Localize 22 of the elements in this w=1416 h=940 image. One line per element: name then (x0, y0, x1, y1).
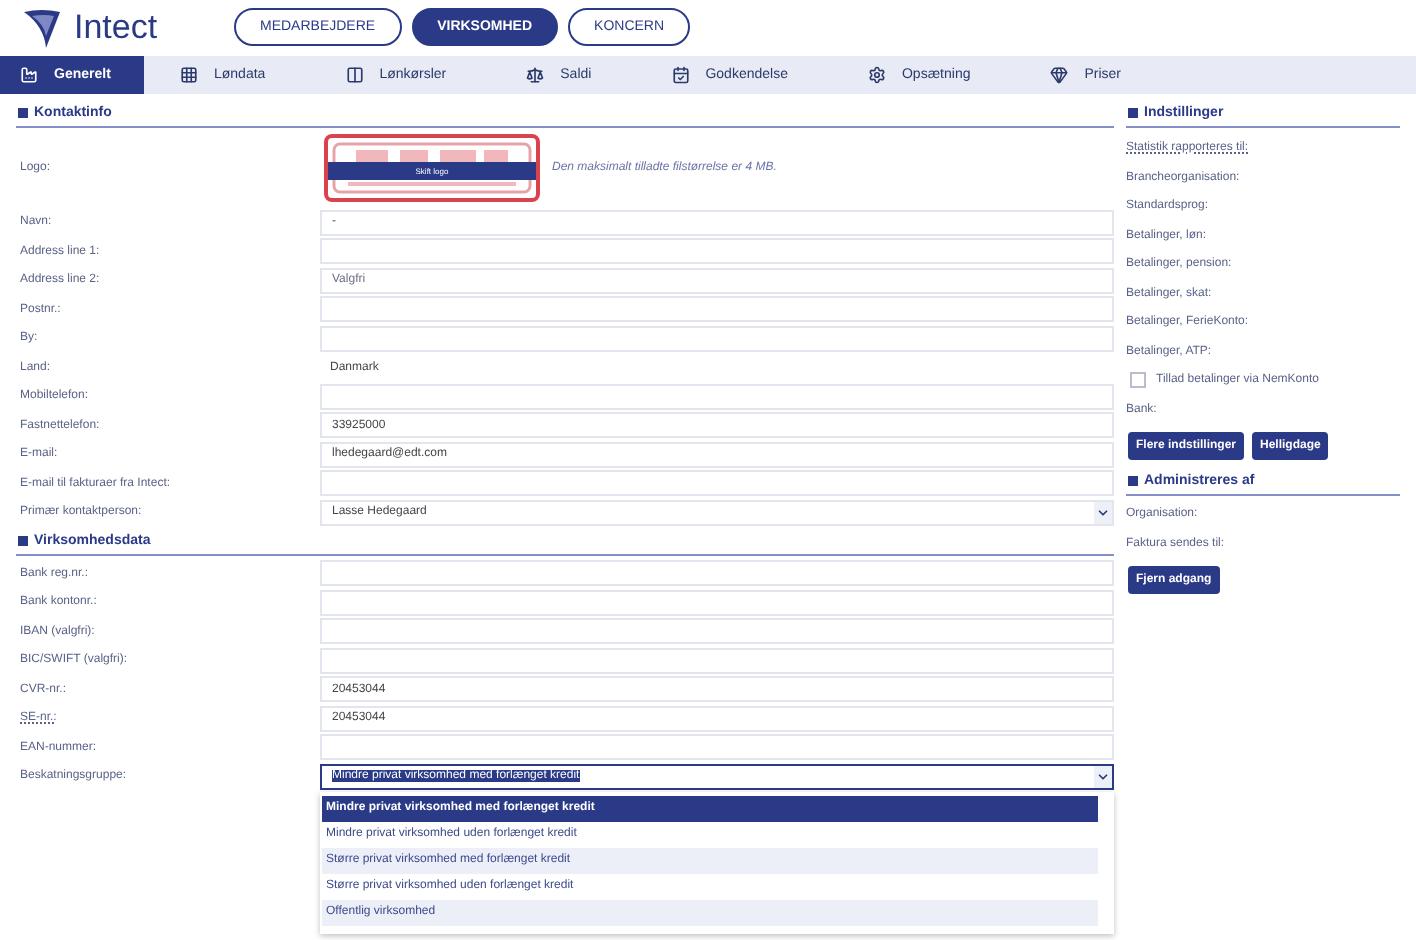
input-field[interactable] (320, 734, 1114, 761)
input-field[interactable] (320, 238, 1114, 265)
input-field[interactable] (320, 325, 1114, 352)
diamond-icon (1050, 66, 1069, 84)
input-field[interactable] (320, 560, 1114, 587)
scale-icon (526, 66, 545, 84)
input-field[interactable] (320, 589, 1114, 616)
caret-icon (1094, 501, 1112, 524)
checkbox[interactable] (1130, 372, 1146, 389)
input-field[interactable] (320, 618, 1114, 645)
logo-icon (20, 5, 64, 49)
grid-icon (180, 66, 198, 84)
calendar-icon (671, 66, 690, 84)
input-field[interactable] (320, 470, 1114, 497)
columns-icon (345, 66, 364, 84)
input-field[interactable] (320, 296, 1114, 323)
caret-icon (1094, 765, 1112, 788)
brand-name: Intect (74, 7, 158, 47)
settings-icon (867, 66, 886, 84)
input-field[interactable] (320, 383, 1114, 410)
input-field[interactable] (320, 647, 1114, 674)
factory-icon (20, 66, 38, 84)
